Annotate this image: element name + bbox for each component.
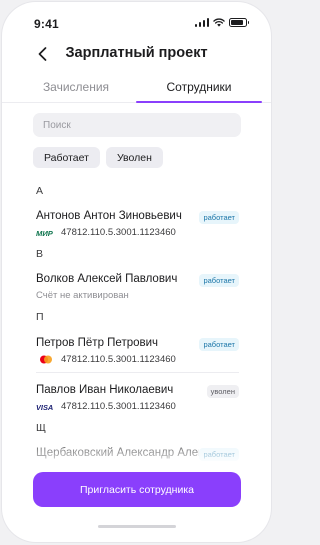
filter-chip-working[interactable]: Работает: [33, 147, 100, 168]
list-divider: [36, 372, 239, 373]
mir-card-icon: МИР: [36, 228, 56, 238]
employee-name: Щербаковский Александр Александрович: [36, 447, 199, 459]
filter-chip-fired[interactable]: Уволен: [105, 147, 163, 168]
svg-text:VISA: VISA: [36, 403, 53, 411]
account-status-text: Счёт не активирован: [36, 290, 129, 301]
status-badge: работает: [199, 338, 239, 351]
status-time: 9:41: [34, 17, 59, 31]
active-tab-indicator: [136, 101, 262, 103]
filter-chips: Работает Уволен: [33, 147, 163, 168]
cellular-signal-icon: [194, 18, 209, 27]
mastercard-icon: [36, 355, 56, 365]
section-header: П: [36, 311, 44, 323]
account-note: Счёт не активирован: [36, 290, 129, 301]
card-number: 47812.110.5.3001.1123460: [61, 401, 176, 412]
employee-name: Волков Алексей Павлович: [36, 273, 178, 285]
status-bar: 9:41: [2, 2, 271, 36]
tab-employees[interactable]: Сотрудники: [136, 72, 262, 102]
employee-name: Павлов Иван Николаевич: [36, 384, 174, 396]
tab-payments[interactable]: Зачисления: [22, 72, 130, 102]
employee-row[interactable]: Петров Пётр Петрович работает 47812.110.…: [2, 337, 271, 381]
page-title: Зарплатный проект: [65, 45, 208, 61]
card-number: 47812.110.5.3001.1123460: [61, 354, 176, 365]
status-badge: работает: [199, 448, 239, 461]
header: Зарплатный проект: [2, 40, 271, 68]
employee-name: Антонов Антон Зиновьевич: [36, 210, 182, 222]
home-indicator: [98, 525, 176, 528]
section-header: А: [36, 185, 44, 197]
search-input[interactable]: Поиск: [33, 113, 241, 137]
status-badge: работает: [199, 211, 239, 224]
battery-icon: [229, 18, 249, 27]
svg-text:МИР: МИР: [36, 229, 54, 237]
card-number: 47812.110.5.3001.1123460: [61, 227, 176, 238]
employee-name: Петров Пётр Петрович: [36, 337, 159, 349]
status-badge: работает: [199, 274, 239, 287]
card-info: VISA 47812.110.5.3001.1123460: [36, 401, 176, 412]
section-header: Щ: [36, 422, 46, 434]
phone-screen: 9:41 Зарплатный проект Зачисления Сотруд…: [2, 2, 271, 542]
wifi-icon: [213, 18, 225, 27]
visa-card-icon: VISA: [36, 402, 56, 412]
status-icons: [194, 18, 249, 27]
tab-bar: Зачисления Сотрудники: [2, 72, 271, 103]
invite-employee-button[interactable]: Пригласить сотрудника: [33, 472, 241, 507]
card-info: МИР 47812.110.5.3001.1123460: [36, 227, 176, 238]
section-header: В: [36, 248, 44, 260]
card-info: 47812.110.5.3001.1123460: [36, 354, 176, 365]
status-badge: уволен: [206, 385, 239, 398]
